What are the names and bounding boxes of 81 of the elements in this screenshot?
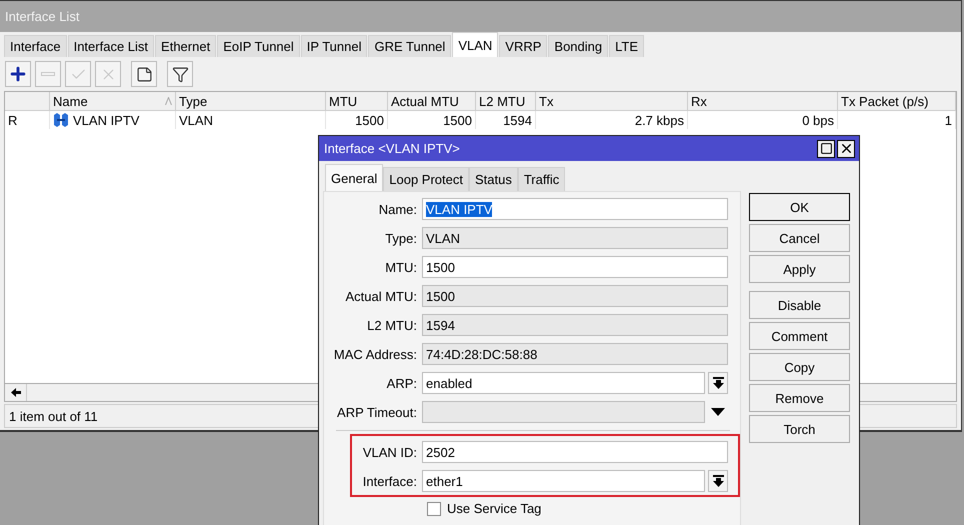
field-label: L2 MTU: [366,318,418,332]
tab[interactable]: VRRP [499,35,548,57]
table-cell: 1 [944,112,952,128]
field-label: Interface: [362,474,418,488]
maximize-button[interactable] [817,140,835,158]
dropdown-field[interactable]: ether1 [422,470,705,492]
down-arrow-icon [712,475,724,487]
square-icon [820,142,832,155]
dialog-button[interactable]: Torch [749,415,850,443]
tab[interactable]: Interface List [68,35,154,57]
column-header[interactable]: Name [53,94,88,108]
tab[interactable]: VLAN [452,32,498,57]
tab[interactable]: Interface [4,35,67,57]
input-field[interactable]: 74:4D:28:DC:58:88 [422,343,728,365]
tab[interactable]: EoIP Tunnel [217,35,300,57]
tab[interactable]: Traffic [518,167,566,191]
add-button[interactable] [5,61,31,87]
status-text: 1 item out of 11 [9,408,98,424]
field-label: Actual MTU: [344,288,418,304]
input-field[interactable]: VLAN IPTV [422,198,728,220]
triangle-icon [711,408,725,416]
network-icon [53,113,69,127]
column-header[interactable]: L2 MTU [479,94,526,108]
table-cell: VLAN [179,112,213,128]
down-arrow-icon [712,377,724,389]
input-field[interactable]: 1594 [422,314,728,336]
tab[interactable]: General [325,164,384,191]
input-field[interactable]: 1500 [422,256,728,278]
column-header[interactable]: Type [179,94,208,108]
dialog-button[interactable]: Remove [749,384,850,412]
input-field[interactable] [422,401,705,423]
table-cell: VLAN IPTV [73,112,140,128]
dialog-button[interactable]: Copy [749,353,850,381]
dialog-button[interactable]: OK [749,193,850,221]
checkbox[interactable] [427,502,441,516]
plus-icon [8,64,28,84]
tab[interactable]: Loop Protect [383,167,469,191]
field-label: MTU: [384,260,418,274]
field-label: Name: [378,202,418,216]
minus-icon [41,72,55,76]
tab[interactable]: Bonding [548,35,608,57]
flag-text: R [8,112,18,128]
input-field[interactable]: 1500 [422,285,728,307]
field-label: MAC Address: [332,346,418,362]
note-icon [136,66,152,82]
field-label: Type: [384,230,418,246]
table-cell: 1500 [355,112,384,128]
input-field[interactable]: 2502 [422,441,728,463]
dialog-button[interactable]: Disable [749,291,850,319]
dropdown-field[interactable]: enabled [422,372,705,394]
window-title: Interface List [5,9,80,24]
field-label: ARP Timeout: [336,404,418,420]
column-header[interactable]: Tx Packet (p/s) [841,94,928,108]
table-cell: 1500 [443,112,472,128]
dropdown-button[interactable] [708,470,728,492]
column-header[interactable]: MTU [329,94,358,108]
dialog-title: Interface <VLAN IPTV> [324,141,460,156]
tab[interactable]: Status [468,167,518,191]
dropdown-button[interactable] [708,372,728,394]
table-cell: 1594 [503,112,532,128]
checkbox-label: Use Service Tag [447,501,542,516]
close-button[interactable] [837,140,855,158]
input-field[interactable]: VLAN [422,227,728,249]
column-header[interactable]: Actual MTU [391,94,459,108]
field-label: ARP: [386,376,418,390]
tab[interactable]: GRE Tunnel [368,35,452,57]
filter-icon [172,66,188,82]
left-arrow-icon [10,388,20,397]
column-header[interactable]: Tx [539,94,554,108]
column-header[interactable]: Rx [691,94,707,108]
tab[interactable]: Ethernet [155,35,216,57]
table-cell: 0 bps [802,112,834,128]
dialog-button[interactable]: Cancel [749,224,850,252]
field-label: VLAN ID: [362,444,418,460]
tab[interactable]: IP Tunnel [300,35,368,57]
tab[interactable]: LTE [609,35,644,57]
dialog-button[interactable]: Comment [749,322,850,350]
table-cell: 2.7 kbps [634,112,684,128]
dialog-button[interactable]: Apply [749,255,850,283]
filter-button[interactable] [167,61,193,87]
comment-button[interactable] [131,61,157,87]
